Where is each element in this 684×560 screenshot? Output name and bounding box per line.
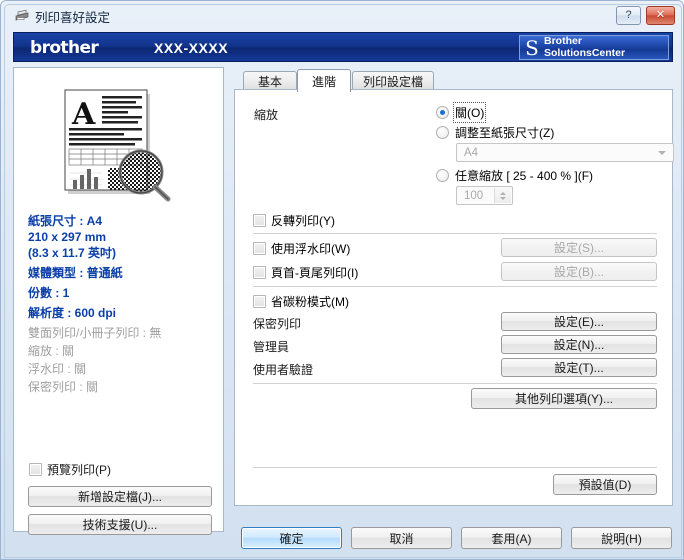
- print-preview-checkbox[interactable]: 預覽列印(P): [29, 461, 111, 478]
- print-preferences-window: 列印喜好設定 ? ✕ brother XXX-XXXX S Brother So…: [0, 0, 684, 560]
- free-scale-spinner[interactable]: 100: [456, 186, 513, 205]
- advanced-settings-panel: 縮放 關(O) 調整至紙張尺寸(Z) A4 任意縮放 [ 25 - 400 % …: [234, 89, 674, 506]
- administrator-label: 管理員: [253, 340, 290, 354]
- toner-save-checkbox[interactable]: 省碳粉模式(M): [253, 293, 349, 310]
- titlebar-help-button[interactable]: ?: [616, 6, 641, 25]
- user-authentication-label: 使用者驗證: [253, 363, 314, 377]
- brother-banner: brother XXX-XXXX S Brother SolutionsCent…: [13, 32, 673, 62]
- chevron-down-icon[interactable]: [658, 150, 666, 155]
- header-footer-label: 頁首-頁尾列印(I): [271, 266, 359, 280]
- scaling-option-free-label: 任意縮放 [ 25 - 400 % ](F): [455, 169, 594, 183]
- scaling-option-fit-to-paper[interactable]: 調整至紙張尺寸(Z): [436, 124, 554, 141]
- default-button[interactable]: 預設值(D): [553, 474, 657, 495]
- paper-size-value: A4: [464, 146, 479, 159]
- tab-profiles[interactable]: 列印設定檔: [352, 71, 434, 90]
- support-button[interactable]: 技術支援(U)...: [28, 514, 212, 535]
- tab-strip: 基本 進階 列印設定檔: [234, 69, 673, 92]
- user-authentication-settings-button[interactable]: 設定(T)...: [501, 358, 657, 377]
- checkbox-box[interactable]: [253, 242, 266, 255]
- divider: [253, 383, 657, 384]
- tab-basic[interactable]: 基本: [243, 71, 297, 90]
- summary-line: 紙張尺寸 : A4: [28, 214, 103, 228]
- title-bar: 列印喜好設定 ? ✕: [1, 1, 684, 29]
- summary-line: 浮水印 : 關: [28, 362, 87, 376]
- radio-button[interactable]: [436, 106, 449, 119]
- brother-logo: brother: [30, 38, 99, 58]
- administrator-settings-button[interactable]: 設定(N)...: [501, 335, 657, 354]
- solutions-center-label: Brother SolutionsCenter: [544, 35, 626, 59]
- spinner-arrows[interactable]: [494, 188, 511, 203]
- svg-text:A: A: [71, 97, 96, 132]
- checkbox-box[interactable]: [29, 463, 42, 476]
- secure-print-settings-button[interactable]: 設定(E)...: [501, 312, 657, 331]
- summary-line: 保密列印 : 關: [28, 380, 99, 394]
- summary-line: 解析度 : 600 dpi: [28, 306, 117, 320]
- checkbox-box[interactable]: [253, 266, 266, 279]
- tab-advanced[interactable]: 進階: [297, 69, 351, 92]
- checkbox-box[interactable]: [253, 214, 266, 227]
- document-preview-thumbnail: A: [58, 80, 178, 202]
- watermark-label: 使用浮水印(W): [271, 242, 351, 256]
- scaling-option-free[interactable]: 任意縮放 [ 25 - 400 % ](F): [436, 167, 593, 184]
- divider: [253, 467, 657, 468]
- spinner-up-icon[interactable]: [500, 191, 506, 195]
- reverse-print-checkbox[interactable]: 反轉列印(Y): [253, 212, 335, 229]
- paper-size-combobox[interactable]: A4: [456, 143, 674, 162]
- watermark-checkbox[interactable]: 使用浮水印(W): [253, 240, 350, 257]
- other-print-options-button[interactable]: 其他列印選項(Y)...: [471, 388, 657, 409]
- radio-button[interactable]: [436, 169, 449, 182]
- add-profile-button[interactable]: 新增設定檔(J)...: [28, 486, 212, 507]
- reverse-print-label: 反轉列印(Y): [271, 214, 335, 228]
- printer-icon: [13, 8, 31, 22]
- header-footer-checkbox[interactable]: 頁首-頁尾列印(I): [253, 264, 358, 281]
- radio-button[interactable]: [436, 126, 449, 139]
- divider: [253, 233, 657, 234]
- summary-line: 媒體類型 : 普通紙: [28, 266, 123, 280]
- header-footer-settings-button[interactable]: 設定(B)...: [501, 262, 657, 281]
- swirl-icon: S: [525, 35, 539, 60]
- print-settings-summary: 紙張尺寸 : A4 210 x 297 mm (8.3 x 11.7 英吋) 媒…: [28, 213, 218, 395]
- solutions-line-2: SolutionsCenter: [544, 46, 626, 59]
- apply-button[interactable]: 套用(A): [461, 527, 562, 549]
- scaling-option-off-label: 關(O): [452, 102, 487, 123]
- secure-print-label: 保密列印: [253, 317, 302, 331]
- spinner-down-icon[interactable]: [500, 196, 506, 200]
- free-scale-value: 100: [464, 189, 484, 202]
- help-button[interactable]: 說明(H): [571, 527, 672, 549]
- scaling-option-off[interactable]: 關(O): [436, 102, 487, 123]
- checkbox-box[interactable]: [253, 295, 266, 308]
- titlebar-close-button[interactable]: ✕: [646, 6, 675, 25]
- summary-line: 份數 : 1: [28, 286, 70, 300]
- watermark-settings-button[interactable]: 設定(S)...: [501, 238, 657, 257]
- summary-line: 縮放 : 關: [28, 344, 75, 358]
- summary-line: 雙面列印/小冊子列印 : 無: [28, 326, 162, 340]
- scaling-option-fit-label: 調整至紙張尺寸(Z): [455, 126, 555, 140]
- divider: [253, 286, 657, 287]
- toner-save-label: 省碳粉模式(M): [271, 295, 349, 309]
- summary-line: (8.3 x 11.7 英吋): [28, 246, 117, 260]
- solutions-line-1: Brother: [544, 35, 582, 47]
- printer-model-name: XXX-XXXX: [154, 40, 229, 56]
- preview-panel: A 紙張尺寸: A4 210 x 297 mm (8.3 x 11.7 英吋)…: [13, 67, 224, 535]
- print-preview-label: 預覽列印(P): [47, 463, 111, 477]
- window-title: 列印喜好設定: [35, 11, 111, 25]
- ok-button[interactable]: 確定: [241, 527, 342, 549]
- summary-line: 210 x 297 mm: [28, 230, 107, 244]
- scaling-group-label: 縮放: [254, 108, 279, 122]
- cancel-button[interactable]: 取消: [351, 527, 452, 549]
- brother-solutions-center-button[interactable]: S Brother SolutionsCenter: [519, 35, 669, 60]
